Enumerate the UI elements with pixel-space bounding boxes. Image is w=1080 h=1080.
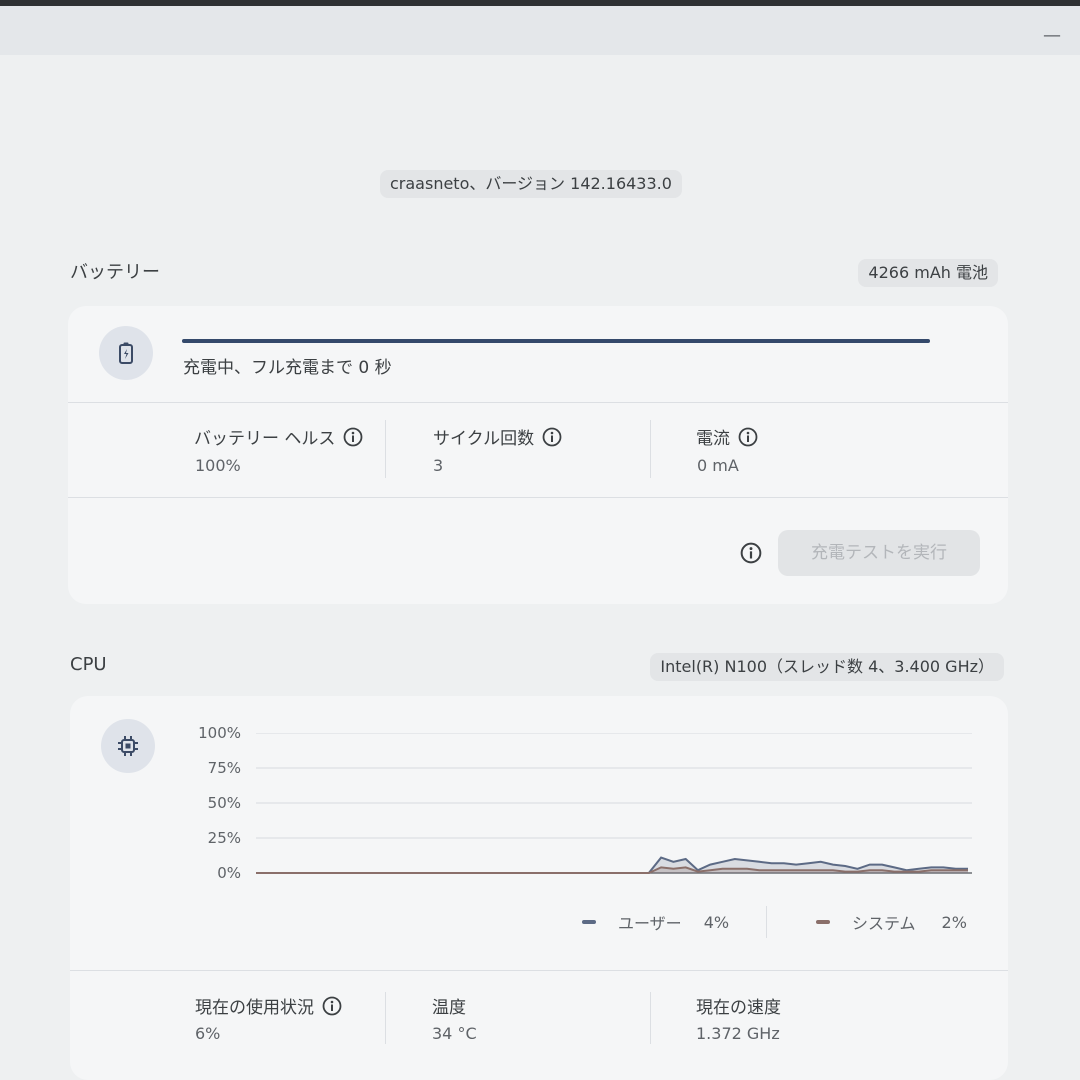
minimize-icon[interactable]: — bbox=[1042, 26, 1062, 46]
y-tick-25: 25% bbox=[207, 829, 241, 847]
cpu-stat-separator bbox=[385, 992, 386, 1044]
current-speed-text: 現在の速度 bbox=[696, 998, 781, 1018]
cycle-count-text: サイクル回数 bbox=[433, 429, 535, 449]
info-icon[interactable] bbox=[343, 427, 363, 447]
current-usage-text: 現在の使用状況 bbox=[195, 998, 314, 1018]
current-text: 電流 bbox=[696, 429, 730, 449]
current-speed-label: 現在の速度 bbox=[696, 993, 781, 1018]
legend-user-swatch bbox=[582, 920, 596, 924]
battery-health-value: 100% bbox=[195, 456, 241, 475]
temperature-value: 34 °C bbox=[432, 1024, 477, 1043]
y-tick-75: 75% bbox=[207, 759, 241, 777]
info-icon[interactable] bbox=[738, 427, 758, 447]
battery-health-label: バッテリー ヘルス bbox=[194, 424, 363, 449]
current-label: 電流 bbox=[696, 424, 758, 449]
y-tick-0: 0% bbox=[217, 864, 241, 882]
cpu-stat-separator bbox=[650, 992, 651, 1044]
battery-status: 充電中、フル充電まで 0 秒 bbox=[183, 358, 392, 378]
y-tick-100: 100% bbox=[198, 724, 241, 742]
legend-user-label: ユーザー bbox=[618, 914, 682, 933]
run-charge-test-button[interactable]: 充電テストを実行 bbox=[778, 530, 980, 576]
version-chip: craasneto、バージョン 142.16433.0 bbox=[380, 170, 682, 198]
battery-stat-separator bbox=[650, 420, 651, 478]
battery-charge-fill bbox=[182, 339, 930, 343]
legend-system-value: 2% bbox=[941, 912, 967, 932]
current-usage-label: 現在の使用状況 bbox=[195, 993, 342, 1018]
legend-user: ユーザー 4% bbox=[582, 910, 729, 934]
battery-charge-progress bbox=[182, 339, 930, 343]
current-usage-value: 6% bbox=[195, 1024, 221, 1043]
battery-capacity-chip: 4266 mAh 電池 bbox=[858, 259, 998, 287]
cpu-chip-icon bbox=[101, 719, 155, 773]
window-titlebar: — bbox=[0, 0, 1080, 55]
battery-stat-separator bbox=[385, 420, 386, 478]
battery-health-text: バッテリー ヘルス bbox=[194, 429, 336, 449]
cpu-section-title: CPU bbox=[70, 654, 107, 675]
cpu-divider bbox=[70, 970, 1008, 971]
cycle-count-value: 3 bbox=[433, 456, 444, 475]
info-icon[interactable] bbox=[542, 427, 562, 447]
current-speed-value: 1.372 GHz bbox=[696, 1024, 780, 1043]
battery-section-title: バッテリー bbox=[70, 262, 160, 283]
legend-separator bbox=[766, 906, 767, 938]
battery-divider-bottom bbox=[68, 497, 1008, 498]
legend-system-swatch bbox=[816, 920, 830, 924]
cpu-usage-chart bbox=[256, 733, 972, 874]
battery-divider-top bbox=[68, 402, 1008, 403]
battery-icon bbox=[99, 326, 153, 380]
current-value: 0 mA bbox=[697, 456, 739, 475]
info-icon[interactable] bbox=[740, 542, 762, 564]
info-icon[interactable] bbox=[322, 996, 342, 1016]
legend-system-label: システム bbox=[852, 914, 916, 933]
y-tick-50: 50% bbox=[207, 794, 241, 812]
cycle-count-label: サイクル回数 bbox=[433, 424, 562, 449]
temperature-text: 温度 bbox=[432, 998, 466, 1018]
cpu-model-chip: Intel(R) N100（スレッド数 4、3.400 GHz） bbox=[650, 653, 1004, 681]
legend-system: システム 2% bbox=[816, 910, 967, 934]
legend-user-value: 4% bbox=[703, 912, 730, 932]
temperature-label: 温度 bbox=[432, 993, 466, 1018]
screen-bezel bbox=[0, 0, 1080, 6]
